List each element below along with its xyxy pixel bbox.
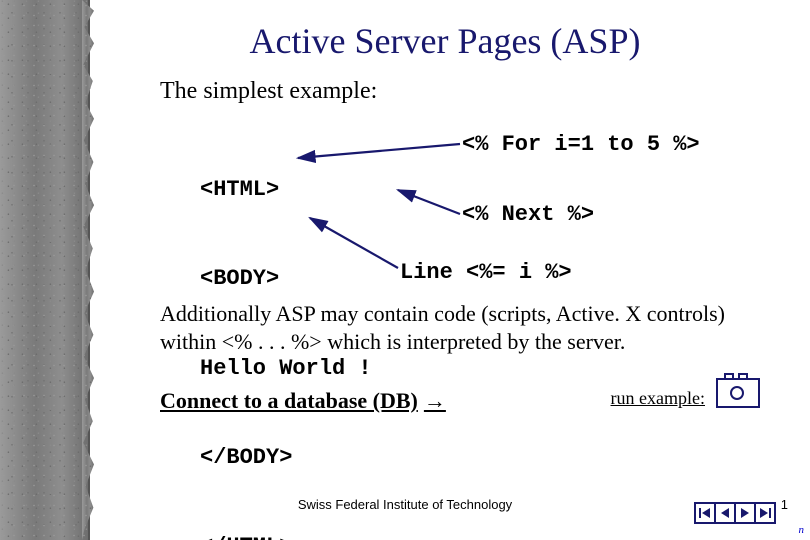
slide: Active Server Pages (ASP) The simplest e… <box>0 0 810 540</box>
code-annotation-for-loop: <% For i=1 to 5 %> <box>462 130 700 160</box>
code-line: <BODY> <box>200 264 372 294</box>
right-arrow-icon: → <box>424 388 446 414</box>
slide-nav <box>696 502 776 524</box>
slide-title: Active Server Pages (ASP) <box>90 20 800 62</box>
code-line: </HTML> <box>200 532 372 540</box>
code-line: </BODY> <box>200 443 372 473</box>
nav-last-icon[interactable] <box>754 502 776 524</box>
code-line: <HTML> <box>200 175 372 205</box>
slide-number: 1 <box>781 497 788 512</box>
code-line: Hello World ! <box>200 354 372 384</box>
connect-database-label: Connect to a database (DB) <box>160 388 418 414</box>
nav-first-icon[interactable] <box>694 502 716 524</box>
nav-prev-icon[interactable] <box>714 502 736 524</box>
sidebar-texture <box>0 0 90 540</box>
code-annotation-line-output: Line <%= i %> <box>400 258 572 288</box>
connect-database-link[interactable]: Connect to a database (DB) → <box>160 388 446 414</box>
camera-icon[interactable] <box>716 378 760 408</box>
corner-mark: n <box>799 524 805 536</box>
example-subtitle: The simplest example: <box>160 78 377 105</box>
footer-institution: Swiss Federal Institute of Technology <box>0 497 810 512</box>
code-annotation-next: <% Next %> <box>462 200 594 230</box>
nav-next-icon[interactable] <box>734 502 756 524</box>
description-paragraph: Additionally ASP may contain code (scrip… <box>160 300 780 355</box>
run-example-label: run example: <box>611 388 705 409</box>
